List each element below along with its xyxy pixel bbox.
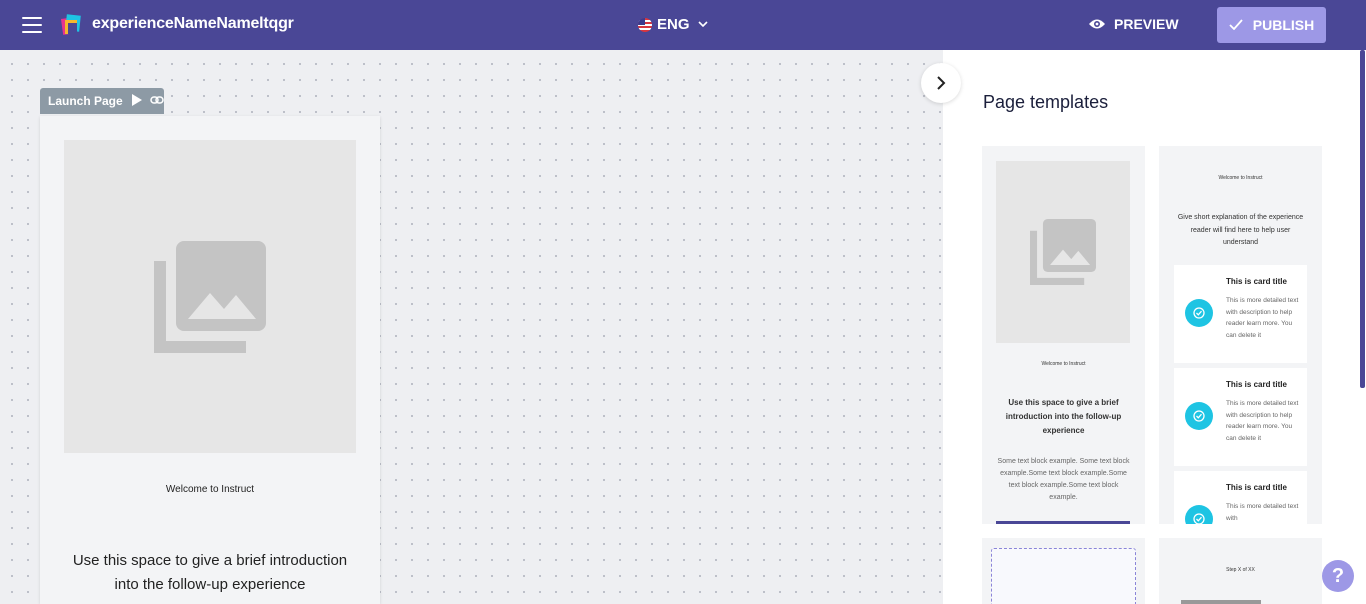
welcome-text: Welcome to Instruct: [165, 484, 255, 495]
card-text: This is more detailed text with descript…: [1226, 297, 1299, 339]
language-selector[interactable]: ENG: [638, 16, 708, 33]
page-tab-label: Launch Page: [48, 94, 123, 108]
help-button[interactable]: ?: [1322, 560, 1354, 592]
template-text-block: Some text block example. Some text block…: [997, 458, 1130, 501]
templates-panel: Page templates Welcome to Instruct Use t…: [943, 50, 1366, 604]
image-placeholder[interactable]: [64, 140, 356, 453]
image-gallery-icon: [1030, 219, 1096, 285]
preview-button[interactable]: PREVIEW: [1088, 16, 1179, 32]
chevron-down-icon: [697, 19, 708, 30]
card-title: This is card title: [1226, 483, 1287, 492]
publish-label: PUBLISH: [1252, 17, 1315, 33]
card-text: This is more detailed text with: [1226, 503, 1299, 522]
eye-icon: [1089, 19, 1105, 29]
link-icon[interactable]: [149, 94, 164, 108]
template-image-placeholder: [996, 161, 1130, 343]
template-card-blank[interactable]: [982, 538, 1145, 604]
template-intro: Use this space to give a brief introduct…: [1005, 398, 1122, 435]
play-icon[interactable]: [131, 93, 142, 109]
menu-icon[interactable]: [22, 17, 42, 33]
card-text: This is more detailed text with descript…: [1226, 400, 1299, 442]
panel-title: Page templates: [983, 92, 1109, 112]
collapse-panel-button[interactable]: [921, 63, 961, 103]
chevron-right-icon: [937, 76, 946, 90]
badge-icon: [1185, 505, 1213, 524]
publish-button[interactable]: PUBLISH: [1217, 7, 1326, 43]
template-welcome: Welcome to Instruct: [1218, 175, 1263, 181]
preview-label: PREVIEW: [1114, 16, 1179, 32]
panel-scrollbar[interactable]: [1360, 50, 1365, 388]
launch-page-card[interactable]: Welcome to Instruct Use this space to gi…: [40, 116, 380, 604]
template-welcome: Welcome to Instruct: [1041, 361, 1086, 367]
mini-card: This is card title This is more detailed…: [1174, 265, 1307, 363]
badge-icon: [1185, 299, 1213, 327]
us-flag-icon: [638, 17, 652, 32]
mini-card: This is card title This is more detailed…: [1174, 368, 1307, 466]
image-gallery-icon: [154, 240, 266, 353]
mini-card: This is card title This is more detailed…: [1174, 471, 1307, 524]
template-heading: Give short explanation of the experience…: [1177, 214, 1304, 246]
blank-drop-area: [991, 548, 1136, 604]
template-card-intro[interactable]: Welcome to Instruct Use this space to gi…: [982, 146, 1145, 524]
badge-icon: [1185, 402, 1213, 430]
app-logo: [60, 12, 84, 38]
template-card-cards[interactable]: Welcome to Instruct Give short explanati…: [1159, 146, 1322, 524]
intro-text: Use this space to give a brief introduct…: [72, 552, 348, 593]
check-icon: [1229, 17, 1243, 33]
language-label: ENG: [657, 16, 690, 33]
experience-title[interactable]: experienceNameNameltqgr: [92, 15, 294, 33]
template-button-bar: [996, 521, 1130, 524]
template-text-line: [1181, 600, 1261, 604]
page-tab[interactable]: Launch Page: [40, 88, 164, 114]
template-card-steps[interactable]: Step X of XX: [1159, 538, 1322, 604]
top-bar: experienceNameNameltqgr ENG PREVIEW PUBL…: [0, 0, 1366, 50]
card-title: This is card title: [1226, 380, 1287, 389]
card-title: This is card title: [1226, 277, 1287, 286]
template-step-label: Step X of XX: [1226, 567, 1255, 573]
